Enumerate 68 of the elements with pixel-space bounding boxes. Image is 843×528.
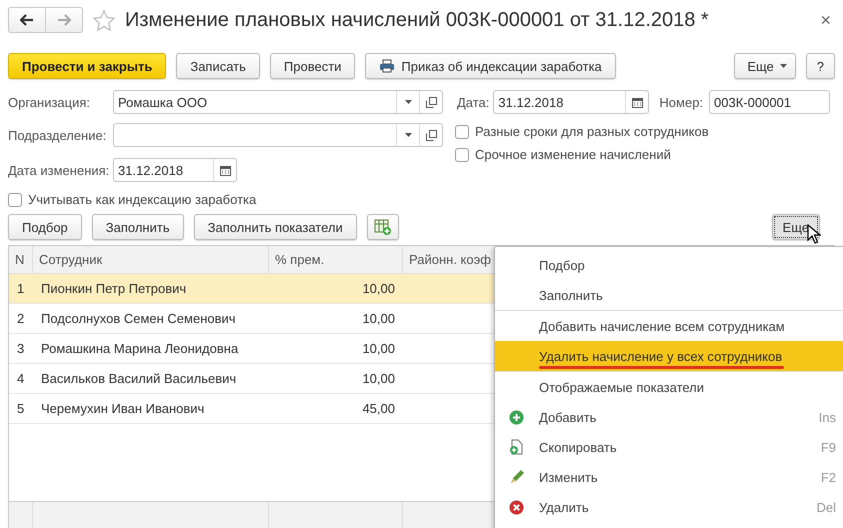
table-cell-text: 10,00: [361, 281, 396, 296]
dropdown-icon: [404, 133, 412, 137]
star-icon[interactable]: [93, 10, 115, 30]
table-cell-text: 3: [16, 341, 26, 356]
field-label: Организация:: [8, 94, 92, 110]
calendar-icon: [632, 96, 643, 108]
add-column-button[interactable]: [366, 214, 399, 240]
toolbar-button[interactable]: Заполнить показатели: [194, 214, 357, 240]
dropdown-icon: [404, 100, 412, 104]
command-button[interactable]: Записать: [176, 53, 260, 79]
checkbox[interactable]: [455, 148, 469, 162]
window-title: Изменение плановых начислений 003К-000001 от 31.12.2018 *: [125, 8, 710, 32]
table-cell-text: 45,00: [361, 401, 396, 416]
field-label: Номер:: [659, 94, 704, 110]
table-cell-text: 10,00: [361, 341, 396, 356]
table-cell-text: 1: [16, 281, 26, 296]
checkbox-label: Учитывать как индексацию заработка: [28, 192, 256, 207]
copy-icon: [509, 439, 523, 455]
plus-icon: [509, 410, 524, 424]
calendar-icon: [220, 164, 230, 176]
toolbar-button[interactable]: Заполнить: [92, 214, 184, 240]
table-cell-text: 2: [16, 311, 26, 326]
change-date-field[interactable]: 31.12.2018: [113, 158, 237, 182]
printer-icon: [379, 59, 396, 73]
print-order-button[interactable]: Приказ об индексации заработка: [365, 53, 616, 79]
date-field[interactable]: 31.12.2018: [493, 90, 650, 114]
close-button[interactable]: ×: [820, 10, 831, 30]
command-button[interactable]: Провести: [270, 53, 356, 79]
field-label: Подразделение:: [8, 128, 108, 142]
table-cell-text: 10,00: [361, 311, 396, 326]
table-plus-icon: [374, 219, 392, 235]
column-header[interactable]: Сотрудник: [33, 246, 269, 273]
toolbar-button[interactable]: Подбор: [8, 214, 82, 240]
delete-icon: [509, 500, 524, 514]
table-cell-text: Черемухин Иван Иванович: [40, 401, 206, 416]
more-button[interactable]: Еще: [772, 214, 820, 240]
column-header[interactable]: % прем.: [269, 246, 403, 273]
pencil-icon: [509, 469, 525, 485]
table-cell-text: Васильков Василий Васильевич: [40, 371, 238, 386]
menu-item[interactable]: Изменить F2: [495, 462, 843, 492]
caret-icon: [780, 64, 787, 68]
column-header[interactable]: N: [9, 246, 33, 273]
department-field[interactable]: [113, 123, 443, 147]
checkbox[interactable]: [455, 124, 469, 138]
table-cell-text: 4: [16, 371, 26, 386]
menu-item[interactable]: Удалить начисление у всех сотрудников: [495, 341, 843, 371]
more-button[interactable]: Еще: [734, 53, 796, 79]
open-icon: [426, 96, 436, 108]
back-arrow-icon: [20, 14, 34, 26]
table-cell-text: Пионкин Петр Петрович: [40, 281, 188, 296]
table-cell-text: Ромашкина Марина Леонидовна: [40, 341, 240, 356]
open-icon: [426, 130, 436, 140]
organization-field[interactable]: Ромашка ООО: [113, 90, 443, 114]
mouse-cursor-icon: [807, 224, 821, 244]
menu-item[interactable]: Скопировать F9: [495, 432, 843, 462]
post-and-close-button[interactable]: Провести и закрыть: [8, 53, 166, 79]
field-label: Дата:: [457, 94, 490, 110]
table-cell-text: 5: [16, 401, 26, 416]
checkbox[interactable]: [8, 192, 22, 206]
table-cell-text: 10,00: [361, 371, 396, 386]
table-cell-text: Подсолнухов Семен Семенович: [40, 311, 237, 326]
checkbox-label: Разные сроки для разных сотрудников: [475, 124, 709, 139]
help-button[interactable]: ?: [806, 53, 835, 79]
field-label: Дата изменения:: [8, 162, 110, 178]
menu-item[interactable]: Удалить Del: [495, 492, 843, 522]
checkbox-label: Срочное изменение начислений: [475, 147, 671, 162]
forward-arrow-icon: [57, 14, 71, 26]
number-field[interactable]: 003К-000001: [709, 90, 830, 114]
